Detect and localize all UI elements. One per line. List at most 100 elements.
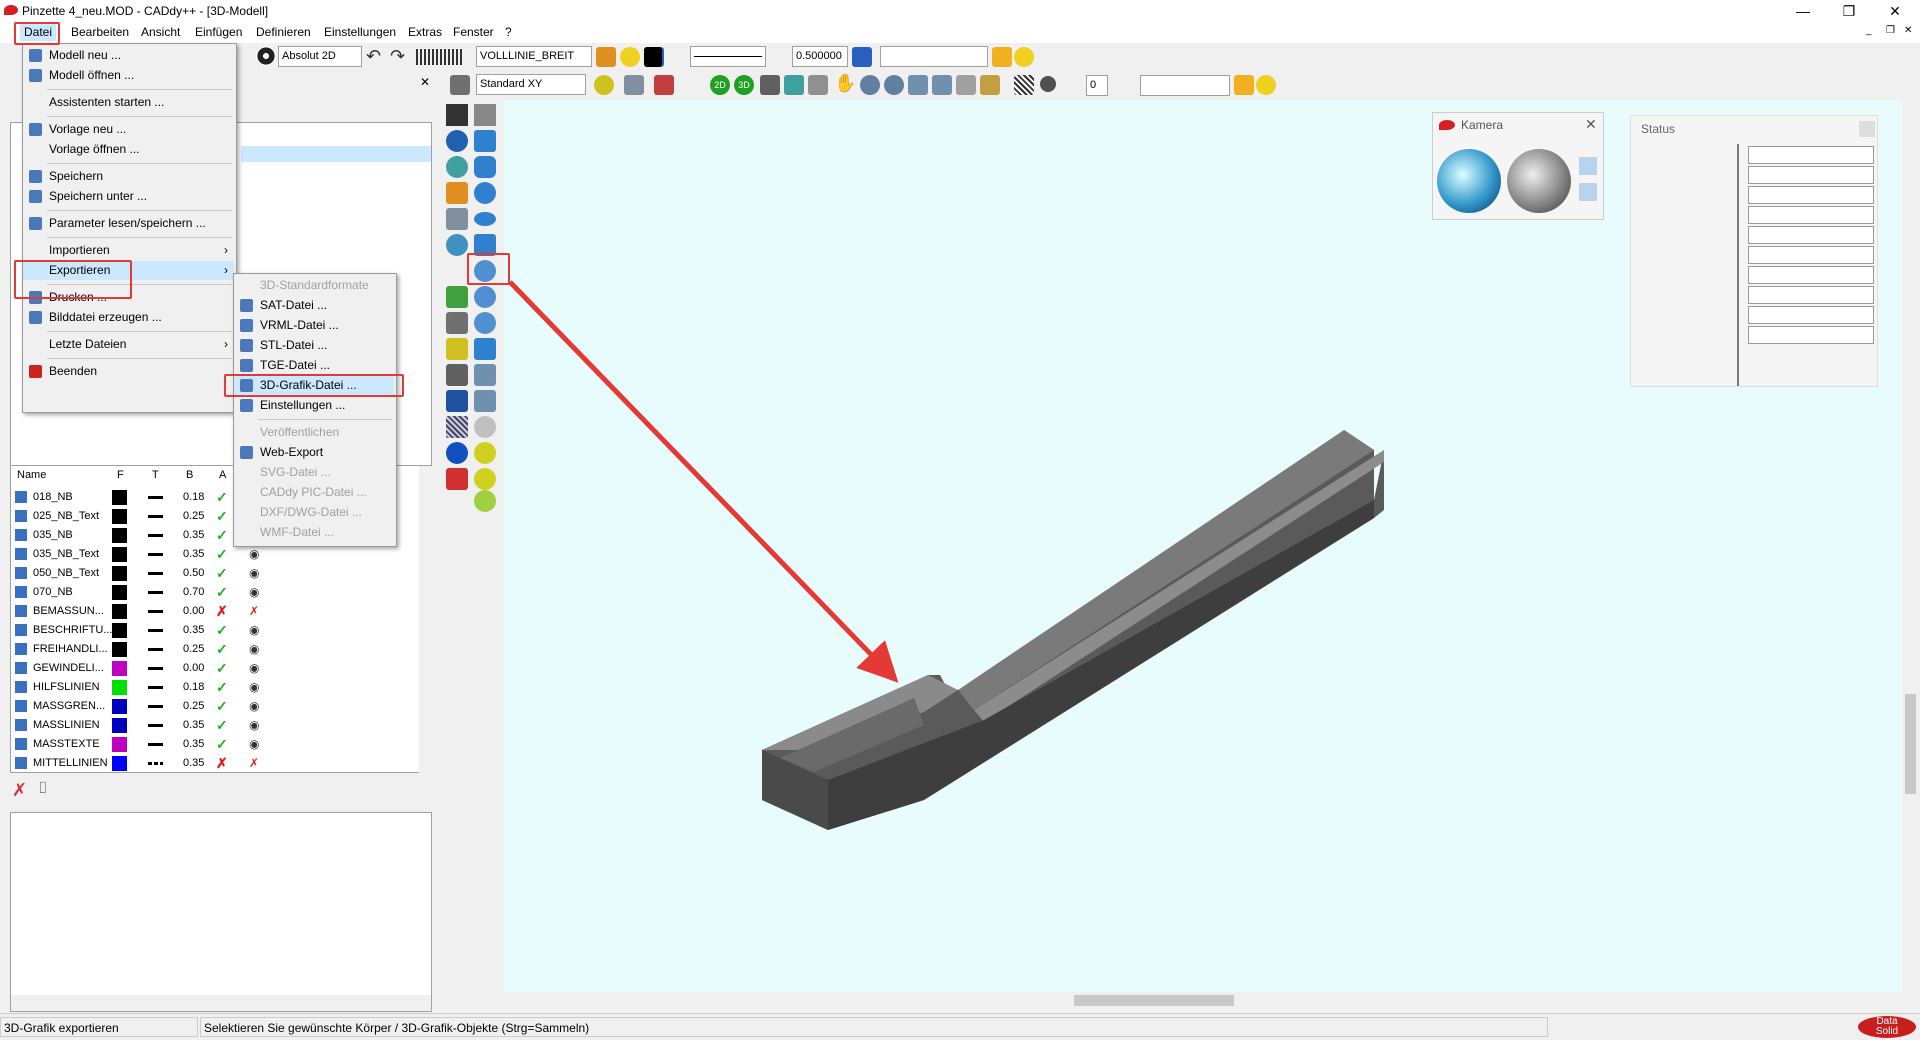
solid-icon[interactable] (474, 338, 496, 360)
visible-eye-icon[interactable]: ◉ (249, 697, 259, 716)
inactive-cross-icon[interactable]: ✗ (216, 754, 228, 773)
grid-pattern-icon[interactable] (416, 49, 464, 65)
menu-einfuegen[interactable]: Einfügen (191, 24, 246, 41)
status-close-icon[interactable] (1859, 121, 1875, 137)
pan-hand-icon[interactable]: ✋ (834, 73, 856, 94)
filemenu-item[interactable]: Beenden (23, 362, 234, 381)
header-name[interactable]: Name (17, 469, 46, 481)
render-icon[interactable] (784, 75, 804, 95)
header-a[interactable]: A (219, 469, 226, 481)
menu-bearbeiten[interactable]: Bearbeiten (67, 24, 133, 41)
hatching-icon[interactable] (446, 416, 468, 438)
layer-row[interactable]: 050_NB_Text 0.50 ✓ ◉ (11, 564, 431, 583)
camera-orbit-globe[interactable] (1437, 149, 1501, 213)
active-check-icon[interactable]: ✓ (216, 564, 228, 583)
active-check-icon[interactable]: ✓ (216, 697, 228, 716)
coordinate-icon[interactable] (256, 46, 276, 66)
tree-selected-row[interactable] (241, 146, 431, 162)
light-bulb-icon[interactable] (620, 47, 640, 67)
layer-icon[interactable] (596, 47, 616, 67)
layer-row[interactable]: MASSLINIEN 0.35 ✓ ◉ (11, 716, 431, 735)
mdi-close-icon[interactable]: ✕ (1904, 25, 1912, 36)
sheet-icon[interactable] (474, 390, 496, 412)
layer-linetype[interactable] (148, 629, 163, 632)
filemenu-item[interactable]: Parameter lesen/speichern ... (23, 214, 234, 233)
visible-eye-icon[interactable]: ◉ (249, 545, 259, 564)
section-icon[interactable] (956, 75, 976, 95)
menu-fenster[interactable]: Fenster (449, 24, 498, 41)
folder2-icon[interactable] (1234, 75, 1254, 95)
layer-color-swatch[interactable] (112, 661, 127, 676)
filemenu-item[interactable]: Speichern unter ... (23, 187, 234, 206)
view-3d-button[interactable]: 3D (734, 75, 754, 95)
active-check-icon[interactable]: ✓ (216, 678, 228, 697)
view-2d-button[interactable]: 2D (710, 75, 730, 95)
active-check-icon[interactable]: ✓ (216, 735, 228, 754)
rotate-icon[interactable] (760, 75, 780, 95)
exportmenu-item[interactable]: SAT-Datei ... (234, 296, 394, 315)
boolean-intersect-icon[interactable] (474, 490, 496, 512)
viewport-vscroll[interactable] (1902, 100, 1920, 992)
eraser-icon[interactable] (446, 468, 468, 490)
delete-layer-icon[interactable]: ✗ (12, 780, 27, 801)
filemenu-item[interactable]: Vorlage neu ... (23, 120, 234, 139)
view-select[interactable]: Standard XY (476, 74, 586, 95)
layer-color-swatch[interactable] (112, 699, 127, 714)
refresh-icon[interactable] (446, 234, 468, 256)
layer-linetype[interactable] (148, 667, 163, 670)
layer-row[interactable]: MASSTEXTE 0.35 ✓ ◉ (11, 735, 431, 754)
snap-icon[interactable] (624, 75, 644, 95)
layer-linetype[interactable] (148, 648, 163, 651)
close-button[interactable]: ✕ (1872, 0, 1918, 22)
exportmenu-item[interactable]: Web-Export (234, 443, 394, 462)
layer-linetype[interactable] (148, 686, 163, 689)
shading-icon[interactable] (1040, 76, 1056, 92)
minimize-button[interactable]: — (1780, 0, 1826, 22)
vscroll-thumb[interactable] (1905, 694, 1916, 794)
layer-color-swatch[interactable] (112, 490, 127, 505)
layer-linetype[interactable] (148, 762, 163, 765)
panel-close-icon[interactable]: ✕ (420, 75, 430, 89)
zoom-out-icon[interactable] (884, 75, 904, 95)
boolean-union-icon[interactable] (474, 442, 496, 464)
visible-eye-icon[interactable]: ◉ (249, 621, 259, 640)
sphere-icon[interactable] (446, 130, 468, 152)
properties-hscroll[interactable] (11, 995, 431, 1011)
layer-row[interactable]: HILFSLINIEN 0.18 ✓ ◉ (11, 678, 431, 697)
menu-ansicht[interactable]: Ansicht (137, 24, 184, 41)
hatch-icon[interactable] (1014, 75, 1034, 95)
mdi-minimize-icon[interactable]: _ (1866, 25, 1872, 36)
active-check-icon[interactable]: ✓ (216, 621, 228, 640)
hscroll-thumb[interactable] (1074, 995, 1234, 1006)
visible-eye-icon[interactable]: ◉ (249, 659, 259, 678)
camera-orbit-globe-dark[interactable] (1507, 149, 1571, 213)
layer-linetype[interactable] (148, 496, 163, 499)
exportmenu-item[interactable]: STL-Datei ... (234, 336, 394, 355)
boolean-icon[interactable] (474, 416, 496, 438)
layer-linetype[interactable] (148, 553, 163, 556)
layer-color-swatch[interactable] (112, 718, 127, 733)
layer-color-swatch[interactable] (112, 566, 127, 581)
menu-extras[interactable]: Extras (404, 24, 446, 41)
revolve-icon[interactable] (474, 312, 496, 334)
value-field[interactable] (880, 46, 988, 67)
layer-row[interactable]: MITTELLINIEN 0.35 ✗ ✗ (11, 754, 431, 773)
active-check-icon[interactable]: ✓ (216, 526, 228, 545)
mdi-restore-icon[interactable]: ❐ (1886, 25, 1895, 36)
layer-row[interactable]: MASSGREN... 0.25 ✓ ◉ (11, 697, 431, 716)
active-check-icon[interactable]: ✓ (216, 488, 228, 507)
text-icon[interactable] (446, 390, 468, 412)
box-icon[interactable] (980, 75, 1000, 95)
light-icon[interactable] (594, 75, 614, 95)
exportmenu-item[interactable]: VRML-Datei ... (234, 316, 394, 335)
active-check-icon[interactable]: ✓ (216, 659, 228, 678)
layer-row[interactable]: 070_NB 0.70 ✓ ◉ (11, 583, 431, 602)
menu-einstellungen[interactable]: Einstellungen (320, 24, 400, 41)
camera-view-cube-icon[interactable] (1579, 157, 1597, 175)
width-field[interactable]: 0.500000 (792, 46, 848, 67)
header-b[interactable]: B (186, 469, 193, 481)
coordinate-mode-select[interactable]: Absolut 2D (278, 46, 362, 67)
layer-row[interactable]: BESCHRIFTU... 0.35 ✓ ◉ (11, 621, 431, 640)
select-alt-icon[interactable] (474, 104, 496, 126)
layer-row[interactable]: FREIHANDLI... 0.25 ✓ ◉ (11, 640, 431, 659)
